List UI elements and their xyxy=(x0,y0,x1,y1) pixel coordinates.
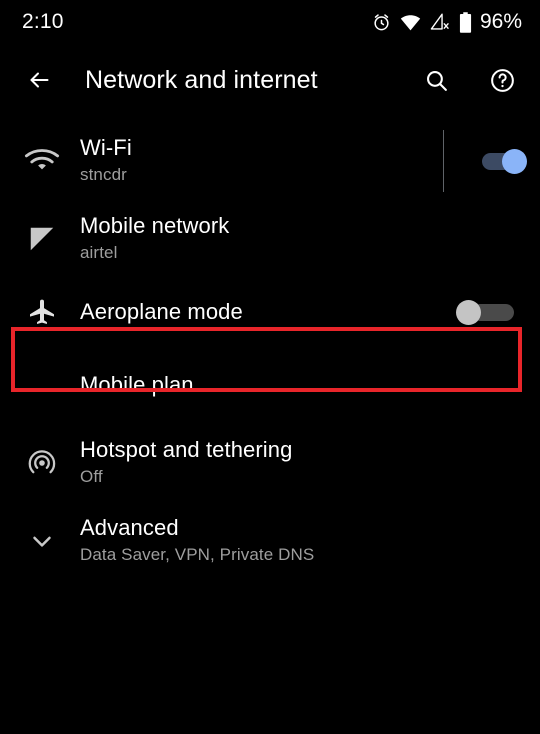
battery-icon xyxy=(459,11,472,33)
app-bar: Network and internet xyxy=(0,44,540,116)
list-item-aeroplane-mode[interactable]: Aeroplane mode xyxy=(0,278,540,346)
status-bar: 2:10 96% xyxy=(0,0,540,44)
settings-list: Wi-Fi stncdr Mobile network airtel Aerop… xyxy=(0,116,540,580)
list-item-subtitle: airtel xyxy=(80,243,118,263)
cellular-signal-off-icon xyxy=(430,13,450,31)
list-item-text: Aeroplane mode xyxy=(76,299,458,325)
alarm-icon xyxy=(372,13,391,32)
list-item-subtitle: Data Saver, VPN, Private DNS xyxy=(80,545,315,565)
wifi-icon xyxy=(0,147,76,175)
list-item-mobile-plan[interactable]: Mobile plan xyxy=(0,346,540,424)
hotspot-icon xyxy=(0,447,76,479)
list-item-advanced[interactable]: Advanced Data Saver, VPN, Private DNS xyxy=(0,502,540,580)
list-item-text: Wi-Fi stncdr xyxy=(76,135,443,187)
cellular-signal-icon xyxy=(0,224,76,254)
list-item-title: Hotspot and tethering xyxy=(80,436,293,462)
back-arrow-icon[interactable] xyxy=(22,63,56,97)
list-item-text: Mobile network airtel xyxy=(76,213,524,265)
list-item-title: Mobile plan xyxy=(80,371,194,397)
list-item-subtitle: stncdr xyxy=(80,165,127,185)
list-item-mobile-network[interactable]: Mobile network airtel xyxy=(0,200,540,278)
list-item-title: Mobile network xyxy=(80,212,230,238)
switch-thumb xyxy=(456,300,481,325)
page-title: Network and internet xyxy=(85,65,318,94)
vertical-divider xyxy=(443,130,444,192)
list-item-control xyxy=(456,300,524,325)
chevron-down-icon xyxy=(0,526,76,556)
list-item-control xyxy=(443,130,527,192)
list-item-text: Hotspot and tethering Off xyxy=(76,437,524,489)
battery-percent-label: 96% xyxy=(479,10,522,33)
list-item-subtitle: Off xyxy=(80,467,103,487)
list-item-title: Advanced xyxy=(80,514,179,540)
search-icon[interactable] xyxy=(418,62,454,98)
status-bar-clock: 2:10 xyxy=(22,10,64,33)
list-item-text: Advanced Data Saver, VPN, Private DNS xyxy=(76,515,524,567)
list-item-title: Wi-Fi xyxy=(80,134,132,160)
list-item-title: Aeroplane mode xyxy=(80,298,243,324)
help-icon[interactable] xyxy=(484,62,520,98)
airplane-icon xyxy=(0,296,76,328)
switch-thumb xyxy=(502,149,527,174)
wifi-icon xyxy=(400,14,421,31)
wifi-toggle-switch[interactable] xyxy=(472,149,527,174)
aeroplane-mode-toggle-switch[interactable] xyxy=(456,300,514,325)
list-item-wifi[interactable]: Wi-Fi stncdr xyxy=(0,122,540,200)
list-item-hotspot-and-tethering[interactable]: Hotspot and tethering Off xyxy=(0,424,540,502)
list-item-text: Mobile plan xyxy=(76,372,524,398)
status-bar-icons: 96% xyxy=(372,10,522,34)
